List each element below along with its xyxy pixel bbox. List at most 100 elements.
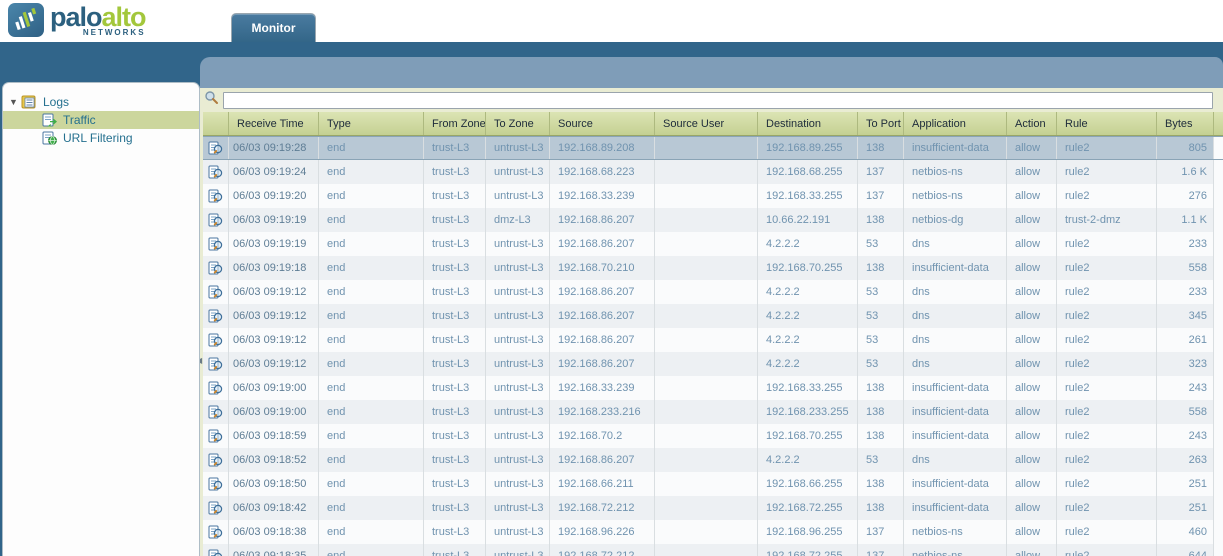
table-row[interactable]: 06/03 09:19:19 end trust-L3 dmz-L3 192.168.8… — [203, 208, 1223, 232]
table-row[interactable]: 06/03 09:19:12 end trust-L3 untrust-L3 192.1… — [203, 328, 1223, 352]
log-detail-icon[interactable] — [203, 160, 229, 184]
table-row[interactable]: 06/03 09:18:35 end trust-L3 untrust-L3 192.1… — [203, 544, 1223, 556]
tab-monitor[interactable]: Monitor — [231, 13, 316, 42]
cell-rule: rule2 — [1057, 184, 1157, 208]
cell-to-zone: untrust-L3 — [486, 256, 550, 280]
cell-rule: rule2 — [1057, 328, 1157, 352]
log-detail-icon[interactable] — [203, 424, 229, 448]
log-detail-icon[interactable] — [203, 496, 229, 520]
cell-source-user — [655, 232, 758, 256]
header-to-port[interactable]: To Port — [858, 112, 904, 135]
log-detail-icon[interactable] — [203, 232, 229, 256]
header-destination[interactable]: Destination — [758, 112, 858, 135]
table-row[interactable]: 06/03 09:19:18 end trust-L3 untrust-L3 192.1… — [203, 256, 1223, 280]
cell-type: end — [319, 184, 424, 208]
table-row[interactable]: 06/03 09:18:38 end trust-L3 untrust-L3 192.1… — [203, 520, 1223, 544]
cell-to-zone: dmz-L3 — [486, 208, 550, 232]
header-action[interactable]: Action — [1007, 112, 1057, 135]
log-detail-icon[interactable] — [203, 352, 229, 376]
cell-receive-time: 06/03 09:19:20 — [229, 184, 319, 208]
log-detail-icon[interactable] — [203, 280, 229, 304]
header-source-user[interactable]: Source User — [655, 112, 758, 135]
table-row[interactable]: 06/03 09:19:12 end trust-L3 untrust-L3 192.1… — [203, 352, 1223, 376]
header-application[interactable]: Application — [904, 112, 1007, 135]
header-source[interactable]: Source — [550, 112, 655, 135]
cell-application: insufficient-data — [904, 137, 1007, 159]
cell-application: netbios-ns — [904, 160, 1007, 184]
cell-source-user — [655, 496, 758, 520]
cell-bytes: 233 — [1157, 280, 1214, 304]
row-spacer — [1214, 137, 1223, 159]
header-type[interactable]: Type — [319, 112, 424, 135]
cell-to-port: 137 — [858, 520, 904, 544]
row-spacer — [1214, 328, 1223, 352]
sidebar-collapse-handle[interactable]: ◀ — [200, 350, 204, 372]
table-row[interactable]: 06/03 09:19:19 end trust-L3 untrust-L3 192.1… — [203, 232, 1223, 256]
cell-source-user — [655, 208, 758, 232]
log-detail-icon[interactable] — [203, 304, 229, 328]
cell-to-zone: untrust-L3 — [486, 496, 550, 520]
sidebar-item-logs[interactable]: ▼ Logs — [3, 93, 199, 111]
cell-rule: rule2 — [1057, 232, 1157, 256]
log-detail-icon[interactable] — [203, 472, 229, 496]
log-detail-icon[interactable] — [203, 400, 229, 424]
cell-receive-time: 06/03 09:18:52 — [229, 448, 319, 472]
cell-from-zone: trust-L3 — [424, 544, 486, 556]
cell-source: 192.168.86.207 — [550, 304, 655, 328]
log-detail-icon[interactable] — [203, 137, 229, 159]
table-row[interactable]: 06/03 09:18:42 end trust-L3 untrust-L3 192.1… — [203, 496, 1223, 520]
cell-from-zone: trust-L3 — [424, 352, 486, 376]
cell-rule: rule2 — [1057, 376, 1157, 400]
top-bar: paloalto NETWORKS Monitor — [0, 0, 1223, 42]
cell-application: netbios-ns — [904, 520, 1007, 544]
table-row[interactable]: 06/03 09:19:24 end trust-L3 untrust-L3 192.1… — [203, 160, 1223, 184]
cell-type: end — [319, 424, 424, 448]
table-row[interactable]: 06/03 09:19:28 end trust-L3 untrust-L3 192.1… — [203, 136, 1223, 160]
cell-application: dns — [904, 280, 1007, 304]
header-bytes[interactable]: Bytes — [1157, 112, 1214, 135]
table-row[interactable]: 06/03 09:19:00 end trust-L3 untrust-L3 192.1… — [203, 376, 1223, 400]
sidebar-item-traffic[interactable]: Traffic — [3, 111, 199, 129]
log-detail-icon[interactable] — [203, 544, 229, 556]
cell-receive-time: 06/03 09:18:42 — [229, 496, 319, 520]
log-detail-icon[interactable] — [203, 208, 229, 232]
header-receive-time[interactable]: Receive Time — [229, 112, 319, 135]
cell-to-port: 137 — [858, 544, 904, 556]
log-detail-icon[interactable] — [203, 448, 229, 472]
header-to-zone[interactable]: To Zone — [486, 112, 550, 135]
table-row[interactable]: 06/03 09:19:00 end trust-L3 untrust-L3 192.1… — [203, 400, 1223, 424]
log-detail-icon[interactable] — [203, 328, 229, 352]
cell-bytes: 261 — [1157, 328, 1214, 352]
row-spacer — [1214, 256, 1223, 280]
cell-bytes: 345 — [1157, 304, 1214, 328]
cell-to-zone: untrust-L3 — [486, 424, 550, 448]
table-row[interactable]: 06/03 09:18:50 end trust-L3 untrust-L3 192.1… — [203, 472, 1223, 496]
table-row[interactable]: 06/03 09:19:12 end trust-L3 untrust-L3 192.1… — [203, 280, 1223, 304]
table-row[interactable]: 06/03 09:19:20 end trust-L3 untrust-L3 192.1… — [203, 184, 1223, 208]
log-detail-icon[interactable] — [203, 256, 229, 280]
table-row[interactable]: 06/03 09:18:52 end trust-L3 untrust-L3 192.1… — [203, 448, 1223, 472]
search-icon[interactable] — [204, 90, 219, 110]
sidebar-item-url-filtering[interactable]: URL Filtering — [3, 129, 199, 147]
cell-source-user — [655, 328, 758, 352]
log-detail-icon[interactable] — [203, 520, 229, 544]
log-detail-icon[interactable] — [203, 184, 229, 208]
paloalto-logo-icon — [8, 3, 44, 37]
header-rule[interactable]: Rule — [1057, 112, 1157, 135]
cell-to-port: 137 — [858, 160, 904, 184]
content-area: ▼ Logs Traffic URL Filtering Receive Tim… — [0, 42, 1223, 556]
row-spacer — [1214, 304, 1223, 328]
cell-bytes: 276 — [1157, 184, 1214, 208]
cell-application: insufficient-data — [904, 424, 1007, 448]
cell-action: allow — [1007, 352, 1057, 376]
cell-to-zone: untrust-L3 — [486, 472, 550, 496]
log-detail-icon[interactable] — [203, 376, 229, 400]
cell-action: allow — [1007, 424, 1057, 448]
table-row[interactable]: 06/03 09:18:59 end trust-L3 untrust-L3 192.1… — [203, 424, 1223, 448]
header-from-zone[interactable]: From Zone — [424, 112, 486, 135]
cell-bytes: 243 — [1157, 424, 1214, 448]
tree-expander-icon[interactable]: ▼ — [9, 97, 21, 107]
table-row[interactable]: 06/03 09:19:12 end trust-L3 untrust-L3 192.1… — [203, 304, 1223, 328]
cell-to-zone: untrust-L3 — [486, 520, 550, 544]
log-filter-input[interactable] — [223, 91, 1213, 109]
